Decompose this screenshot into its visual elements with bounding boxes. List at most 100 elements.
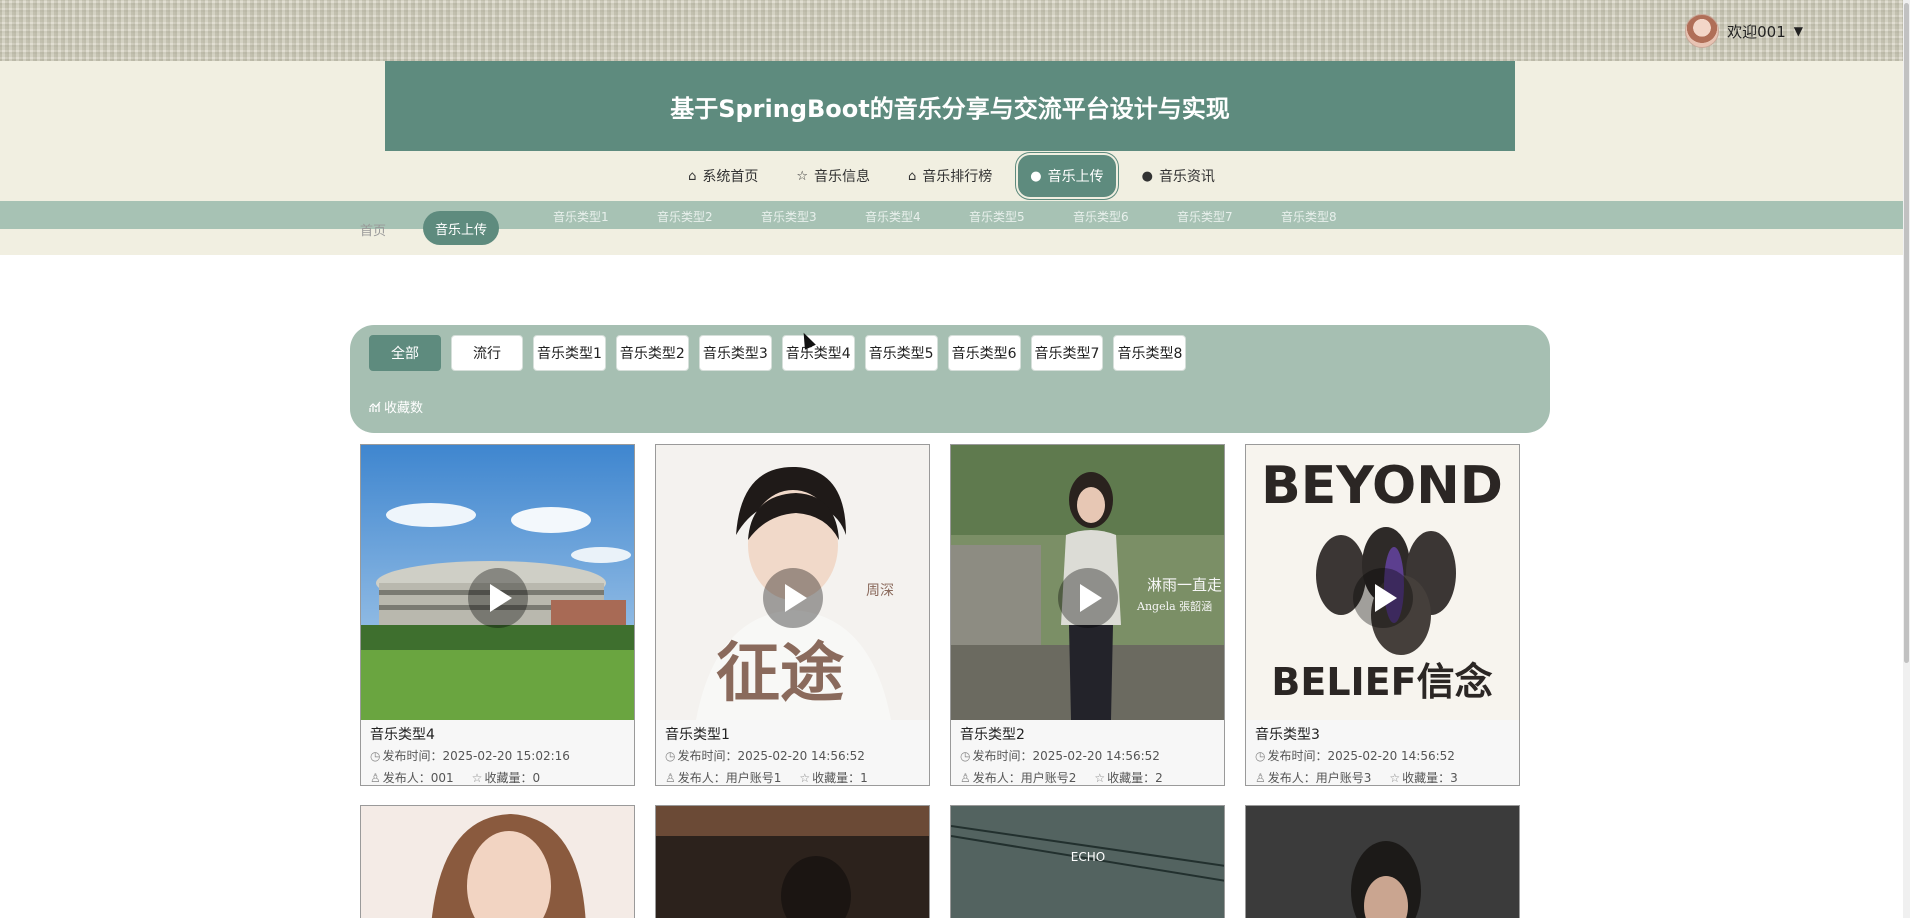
play-icon[interactable]	[762, 567, 823, 628]
main-nav: ⌂ 系统首页 ☆ 音乐信息 ⌂ 音乐排行榜 ● 音乐上传 ● 音乐资讯	[0, 155, 1903, 197]
nav-label: 音乐资讯	[1158, 169, 1215, 185]
music-card[interactable]	[655, 805, 930, 918]
filter-all-button[interactable]: 全部	[369, 335, 441, 371]
user-menu[interactable]: 欢迎001 ▼	[1685, 14, 1803, 48]
card-name: 音乐类型3	[1255, 727, 1320, 743]
chart-icon	[369, 401, 381, 412]
music-card[interactable]	[360, 805, 635, 918]
nav-item-news[interactable]: ● 音乐资讯	[1130, 155, 1227, 197]
sub-type-item[interactable]: 音乐类型2	[657, 208, 713, 225]
nav-item-music-info[interactable]: ☆ 音乐信息	[784, 155, 882, 197]
top-bar	[0, 0, 1903, 61]
play-icon[interactable]	[467, 567, 528, 628]
star-icon: ☆	[1094, 771, 1106, 785]
filter-type3-button[interactable]: 音乐类型3	[698, 335, 772, 371]
nav-label: 音乐上传	[1047, 169, 1104, 185]
breadcrumb-home[interactable]: 首页	[360, 220, 386, 239]
card-publisher: ♙ 发布人：001	[370, 771, 454, 785]
card-meta: ♙ 发布人：001 ☆ 收藏量：0	[370, 769, 540, 785]
user-icon: ♙	[370, 771, 381, 785]
chevron-down-icon[interactable]: ▼	[1794, 24, 1803, 38]
site-title: 基于SpringBoot的音乐分享与交流平台设计与实现	[670, 94, 1230, 123]
filter-type4-button[interactable]: 音乐类型4	[781, 335, 855, 371]
scrollbar-thumb[interactable]	[1904, 3, 1909, 663]
music-card[interactable]: 淋雨一直走 Angela 張韶涵 音乐类型2 ◷ 发布时间：2025-02-20 …	[950, 444, 1225, 786]
filter-panel: 全部 流行 音乐类型1 音乐类型2 音乐类型3 音乐类型4 音乐类型5 音乐类型…	[350, 325, 1550, 433]
card-time: ◷ 发布时间：2025-02-20 14:56:52	[960, 749, 1160, 763]
clock-icon: ◷	[665, 749, 676, 763]
filter-type6-button[interactable]: 音乐类型6	[947, 335, 1021, 371]
music-card[interactable]: BEYOND BELIEF信念 音乐类型3 ◷ 发布时间：2025-02-20 1…	[1245, 444, 1520, 786]
star-icon: ☆	[1389, 771, 1401, 785]
scrollbar[interactable]	[1903, 0, 1910, 918]
cover-image[interactable]	[1246, 806, 1520, 918]
lock-icon: ⌂	[907, 168, 917, 184]
sort-by-favorites[interactable]: 收藏数	[369, 397, 423, 416]
info-circle-icon: ●	[1030, 168, 1042, 184]
card-name: 音乐类型2	[960, 727, 1025, 743]
cover-band-text: BEYOND	[1261, 456, 1503, 516]
cover-image[interactable]: 淋雨一直走 Angela 張韶涵	[951, 445, 1224, 720]
filter-pop-button[interactable]: 流行	[451, 335, 523, 371]
sub-type-item[interactable]: 音乐类型1	[553, 208, 609, 225]
sub-type-strip	[0, 201, 1903, 229]
nav-item-home[interactable]: ⌂ 系统首页	[676, 155, 770, 197]
music-card[interactable]: ECHO	[950, 805, 1225, 918]
filter-type8-button[interactable]: 音乐类型8	[1113, 335, 1187, 371]
nav-item-ranking[interactable]: ⌂ 音乐排行榜	[896, 155, 1004, 197]
card-publisher: ♙ 发布人：用户账号3	[1255, 771, 1372, 785]
nav-label: 系统首页	[702, 169, 759, 185]
star-icon: ☆	[471, 771, 483, 785]
nav-item-upload[interactable]: ● 音乐上传	[1018, 155, 1116, 197]
cover-image[interactable]: BEYOND BELIEF信念	[1246, 445, 1519, 720]
sub-type-item[interactable]: 音乐类型8	[1281, 208, 1337, 225]
music-card[interactable]: 音乐类型4 ◷ 发布时间：2025-02-20 15:02:16 ♙ 发布人：001…	[360, 444, 635, 786]
cover-artist-text: 周深	[866, 583, 894, 599]
play-icon[interactable]	[1057, 567, 1118, 628]
music-card[interactable]	[1245, 805, 1520, 918]
card-time: ◷ 发布时间：2025-02-20 14:56:52	[665, 749, 865, 763]
cover-image[interactable]	[361, 445, 634, 720]
card-meta: ♙ 发布人：用户账号3 ☆ 收藏量：3	[1255, 769, 1458, 785]
cover-echo-text: ECHO	[1071, 850, 1105, 864]
clock-icon: ◷	[370, 749, 381, 763]
card-time: ◷ 发布时间：2025-02-20 14:56:52	[1255, 749, 1455, 763]
cover-image[interactable]: ECHO	[951, 806, 1225, 918]
filter-type5-button[interactable]: 音乐类型5	[864, 335, 938, 371]
user-icon: ♙	[665, 771, 676, 785]
sub-type-item[interactable]: 音乐类型5	[969, 208, 1025, 225]
star-icon: ☆	[799, 771, 811, 785]
card-meta: ♙ 发布人：用户账号1 ☆ 收藏量：1	[665, 769, 868, 785]
sub-type-item[interactable]: 音乐类型3	[761, 208, 817, 225]
avatar[interactable]	[1685, 14, 1720, 48]
cover-title-text: 征途	[716, 636, 844, 711]
card-favorites: ☆ 收藏量：1	[799, 771, 868, 785]
question-circle-icon: ●	[1141, 168, 1153, 184]
cover-image[interactable]	[361, 806, 635, 918]
card-time: ◷ 发布时间：2025-02-20 15:02:16	[370, 749, 570, 763]
nav-label: 音乐排行榜	[922, 169, 993, 185]
card-meta: ♙ 发布人：用户账号2 ☆ 收藏量：2	[960, 769, 1163, 785]
cover-image[interactable]: 征途 周深	[656, 445, 929, 720]
sub-type-item[interactable]: 音乐类型6	[1073, 208, 1129, 225]
sub-type-item[interactable]: 音乐类型7	[1177, 208, 1233, 225]
music-card[interactable]: 征途 周深 音乐类型1 ◷ 发布时间：2025-02-20 14:56:52 ♙ 发…	[655, 444, 930, 786]
cover-album-text: BELIEF信念	[1271, 660, 1492, 704]
cover-image[interactable]	[656, 806, 930, 918]
clock-icon: ◷	[1255, 749, 1266, 763]
filter-row: 全部 流行 音乐类型1 音乐类型2 音乐类型3 音乐类型4 音乐类型5 音乐类型…	[369, 335, 1187, 371]
filter-type1-button[interactable]: 音乐类型1	[533, 335, 606, 371]
welcome-text[interactable]: 欢迎001	[1727, 21, 1786, 42]
card-name: 音乐类型1	[665, 727, 730, 743]
play-icon[interactable]	[1352, 567, 1413, 628]
star-icon: ☆	[796, 168, 808, 184]
sub-type-item[interactable]: 音乐类型4	[865, 208, 921, 225]
card-favorites: ☆ 收藏量：2	[1094, 771, 1163, 785]
sort-label: 收藏数	[384, 401, 424, 416]
clock-icon: ◷	[960, 749, 971, 763]
cover-title-text: 淋雨一直走	[1147, 576, 1222, 594]
card-name: 音乐类型4	[370, 727, 435, 743]
user-icon: ♙	[960, 771, 971, 785]
filter-type2-button[interactable]: 音乐类型2	[615, 335, 689, 371]
filter-type7-button[interactable]: 音乐类型7	[1030, 335, 1104, 371]
